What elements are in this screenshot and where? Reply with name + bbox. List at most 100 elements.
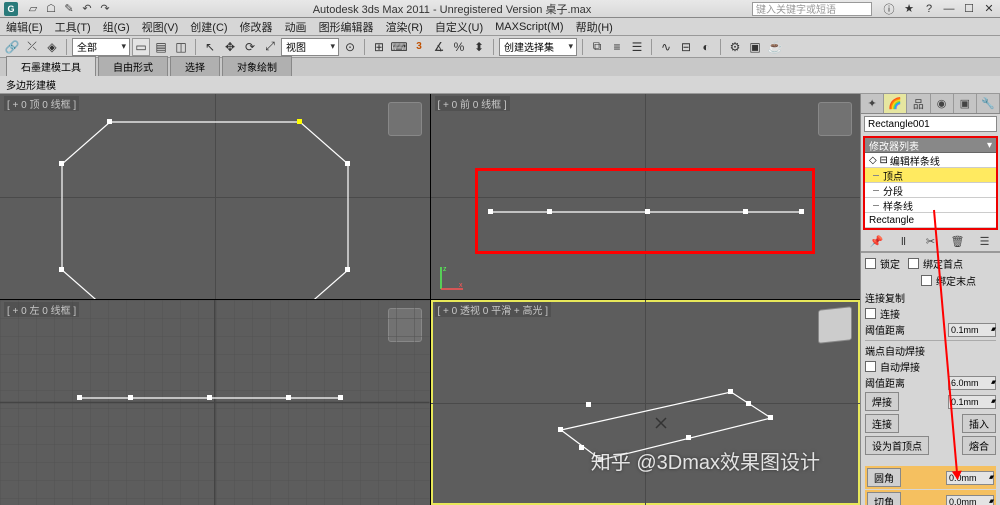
named-selset-combo[interactable]: 创建选择集 [499,38,577,56]
menu-create[interactable]: 创建(C) [190,19,227,35]
tab-display-icon[interactable]: ▣ [954,94,977,113]
stack-sub-vertex[interactable]: 顶点 [865,168,996,183]
stack-base-rectangle[interactable]: Rectangle [865,213,996,228]
minimize-icon[interactable]: — [942,2,956,16]
menu-help[interactable]: 帮助(H) [576,19,613,35]
link-icon[interactable]: 🔗 [3,38,21,56]
spinnersnap-icon[interactable]: ⬍ [470,38,488,56]
manip-icon[interactable]: ⊞ [370,38,388,56]
tab-create-icon[interactable]: ✦ [861,94,884,113]
weld-spinner[interactable]: 0.1mm [948,395,996,409]
maximize-icon[interactable]: ☐ [962,2,976,16]
fillet-spinner[interactable]: 0.0mm [946,471,994,485]
menu-tools[interactable]: 工具(T) [55,19,91,35]
insert-button[interactable]: 插入 [962,414,996,433]
threshold-spinner[interactable]: 0.1mm [948,323,996,337]
scale-icon[interactable]: ⤢ [261,38,279,56]
rotate-icon[interactable]: ⟳ [241,38,259,56]
unlink-icon[interactable]: ⤫ [23,38,41,56]
redo-icon[interactable]: ↷ [98,2,112,16]
pivot-icon[interactable]: ⊙ [341,38,359,56]
modifier-list-combo[interactable]: 修改器列表 [865,138,996,153]
keyboard-icon[interactable]: ⌨ [390,38,408,56]
tab-objectpaint[interactable]: 对象绘制 [222,56,292,76]
viewport-label[interactable]: [ + 0 顶 0 线框 ] [4,96,79,111]
weldthresh-spinner[interactable]: 6.0mm [948,376,996,390]
move-icon[interactable]: ✥ [221,38,239,56]
remove-mod-icon[interactable]: 🗑 [950,234,966,250]
connect-button[interactable]: 连接 [865,414,899,433]
select-name-icon[interactable]: ▤ [152,38,170,56]
viewport-perspective[interactable]: [ + 0 透视 0 平滑 + 高光 ] [431,300,861,505]
align-icon[interactable]: ≡ [608,38,626,56]
menu-edit[interactable]: 编辑(E) [6,19,43,35]
curve-editor-icon[interactable]: ∿ [657,38,675,56]
autoweld-checkbox[interactable] [865,361,876,372]
tab-hierarchy-icon[interactable]: 品 [907,94,930,113]
tab-freeform[interactable]: 自由形式 [98,56,168,76]
object-name-input[interactable] [864,116,997,132]
viewport-left[interactable]: [ + 0 左 0 线框 ] [0,300,430,505]
makefirst-button[interactable]: 设为首顶点 [865,436,929,455]
render-icon[interactable]: ☕ [766,38,784,56]
snap2d-icon[interactable]: 3 [410,38,428,56]
select-region-icon[interactable]: ◫ [172,38,190,56]
menu-group[interactable]: 组(G) [103,19,130,35]
select-icon[interactable]: ▭ [132,38,150,56]
new-icon[interactable]: ▱ [26,2,40,16]
menu-animation[interactable]: 动画 [285,19,307,35]
bind-icon[interactable]: ◈ [43,38,61,56]
tab-motion-icon[interactable]: ◉ [931,94,954,113]
stack-sub-spline[interactable]: 样条线 [865,198,996,213]
layers-icon[interactable]: ☰ [628,38,646,56]
show-result-icon[interactable]: Ⅱ [896,234,912,250]
tab-graphite[interactable]: 石墨建模工具 [6,56,96,76]
chamfer-button[interactable]: 切角 [867,492,901,505]
menu-maxscript[interactable]: MAXScript(M) [495,21,563,33]
info-icon[interactable]: ⓘ [882,2,896,16]
chamfer-spinner[interactable]: 0.0mm [946,495,994,505]
tab-modify-icon[interactable]: 🌈 [884,94,907,113]
save-icon[interactable]: ✎ [62,2,76,16]
viewport-label[interactable]: [ + 0 前 0 线框 ] [435,96,510,111]
star-icon[interactable]: ★ [902,2,916,16]
select-object-icon[interactable]: ↖ [201,38,219,56]
viewport-top[interactable]: [ + 0 顶 0 线框 ] [0,94,430,299]
bindlast-checkbox[interactable] [921,275,932,286]
percentsnap-icon[interactable]: % [450,38,468,56]
menu-customize[interactable]: 自定义(U) [435,19,483,35]
stack-sub-segment[interactable]: 分段 [865,183,996,198]
fuse-button[interactable]: 熔合 [962,436,996,455]
viewport-label[interactable]: [ + 0 透视 0 平滑 + 高光 ] [435,302,552,317]
material-icon[interactable]: ◐ [697,38,715,56]
render-frame-icon[interactable]: ▣ [746,38,764,56]
tab-utilities-icon[interactable]: 🔧 [977,94,1000,113]
schematic-icon[interactable]: ⊟ [677,38,695,56]
selection-filter-combo[interactable]: 全部 [72,38,130,56]
viewport-label[interactable]: [ + 0 左 0 线框 ] [4,302,79,317]
bindfirst-checkbox[interactable] [908,258,919,269]
pin-stack-icon[interactable]: 📌 [869,234,885,250]
stack-edit-spline[interactable]: ◇ ⊟ 编辑样条线 [865,153,996,168]
mirror-icon[interactable]: ⧉ [588,38,606,56]
app-logo-icon[interactable]: G [4,2,18,16]
make-unique-icon[interactable]: ✂ [923,234,939,250]
menu-modifiers[interactable]: 修改器 [240,19,273,35]
help-icon[interactable]: ? [922,2,936,16]
weld-button[interactable]: 焊接 [865,392,899,411]
lock-checkbox[interactable] [865,258,876,269]
refcoord-combo[interactable]: 视图 [281,38,339,56]
help-search-input[interactable]: 键入关键字或短语 [752,2,872,16]
menu-grapheditors[interactable]: 图形编辑器 [319,19,374,35]
undo-icon[interactable]: ↶ [80,2,94,16]
menu-rendering[interactable]: 渲染(R) [386,19,423,35]
render-setup-icon[interactable]: ⚙ [726,38,744,56]
fillet-button[interactable]: 圆角 [867,468,901,487]
viewport-front[interactable]: [ + 0 前 0 线框 ] zx [431,94,861,299]
menu-views[interactable]: 视图(V) [142,19,179,35]
open-icon[interactable]: ☖ [44,2,58,16]
configure-icon[interactable]: ☰ [977,234,993,250]
anglesnap-icon[interactable]: ∡ [430,38,448,56]
close-icon[interactable]: ✕ [982,2,996,16]
connect-checkbox[interactable] [865,308,876,319]
